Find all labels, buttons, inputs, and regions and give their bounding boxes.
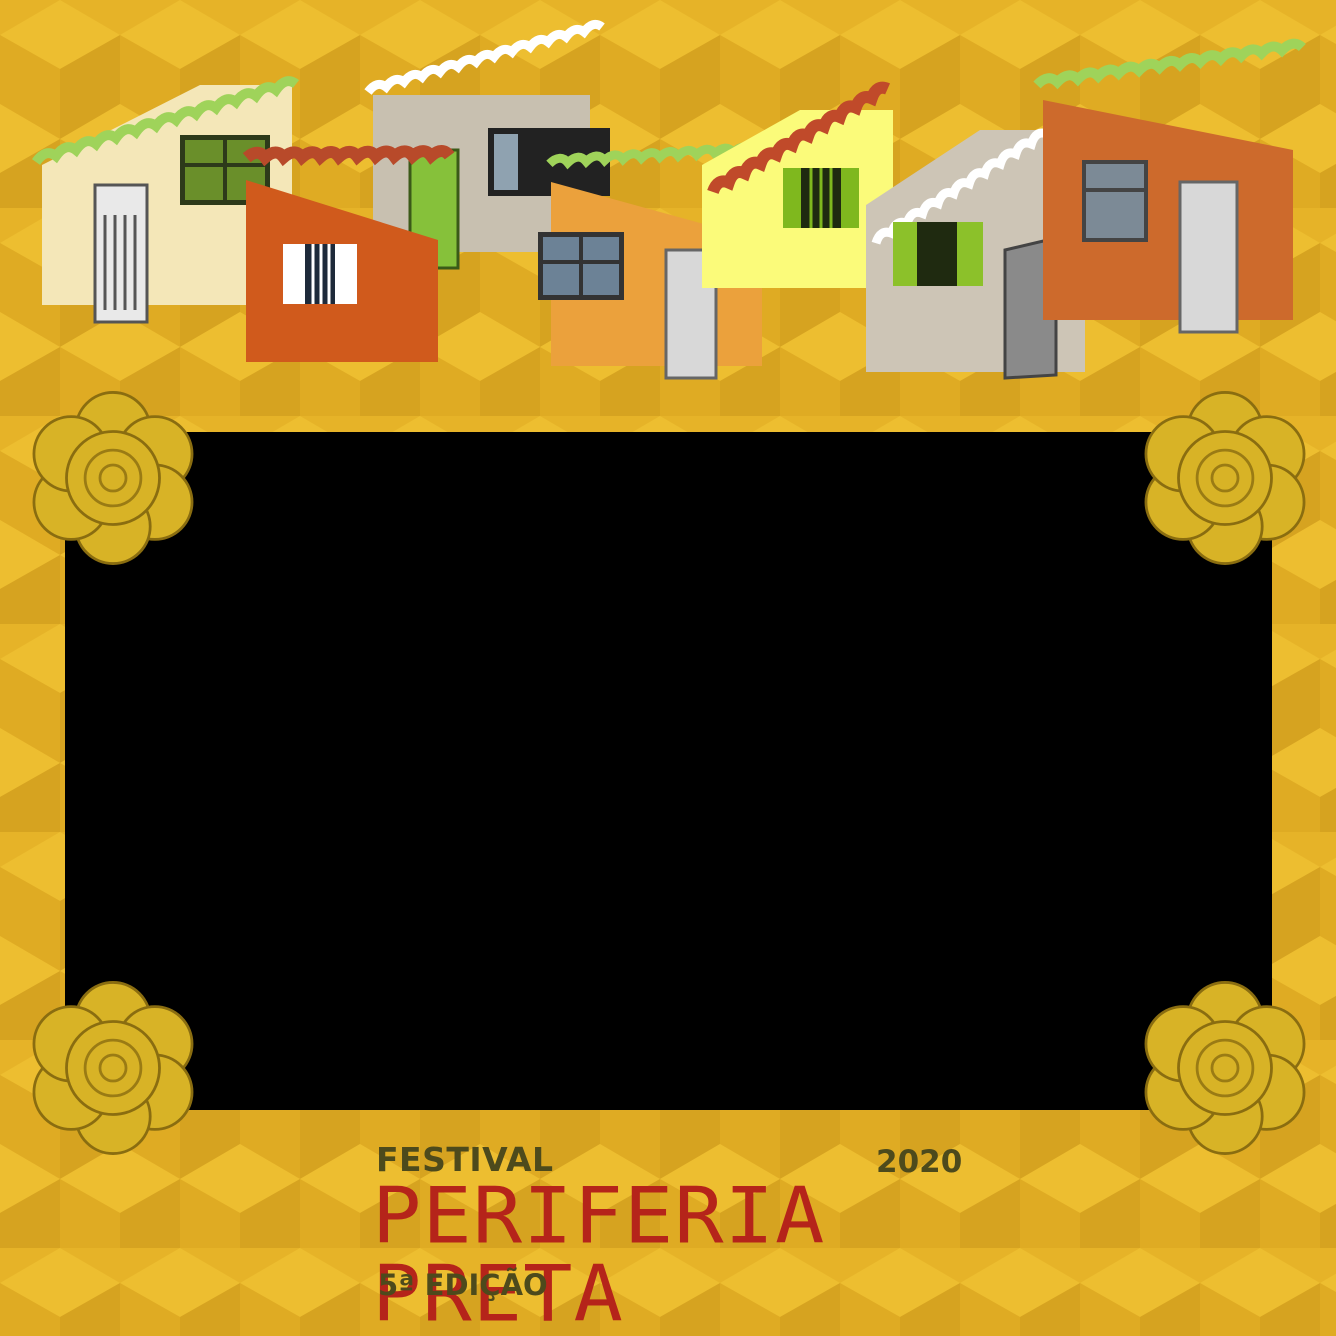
profile-frame: FESTIVAL 2020 PERIFERIA PRETA 5ª EDIÇÃO — [0, 0, 1336, 1336]
houses-illustration — [31, 19, 1306, 380]
flower-rosette-icon — [32, 391, 194, 565]
edition-label: 5ª EDIÇÃO — [378, 1268, 548, 1302]
flower-rosette-icon — [32, 981, 194, 1155]
house-rust — [1033, 38, 1306, 334]
photo-placeholder — [65, 432, 1272, 1110]
flower-rosette-icon — [1144, 391, 1306, 565]
festival-logo: FESTIVAL 2020 PERIFERIA PRETA 5ª EDIÇÃO — [370, 1140, 970, 1333]
festival-title: PERIFERIA PRETA — [372, 1171, 826, 1336]
house-orange — [242, 145, 455, 362]
year-label: 2020 — [876, 1144, 963, 1180]
flower-rosette-icon — [1144, 981, 1306, 1155]
